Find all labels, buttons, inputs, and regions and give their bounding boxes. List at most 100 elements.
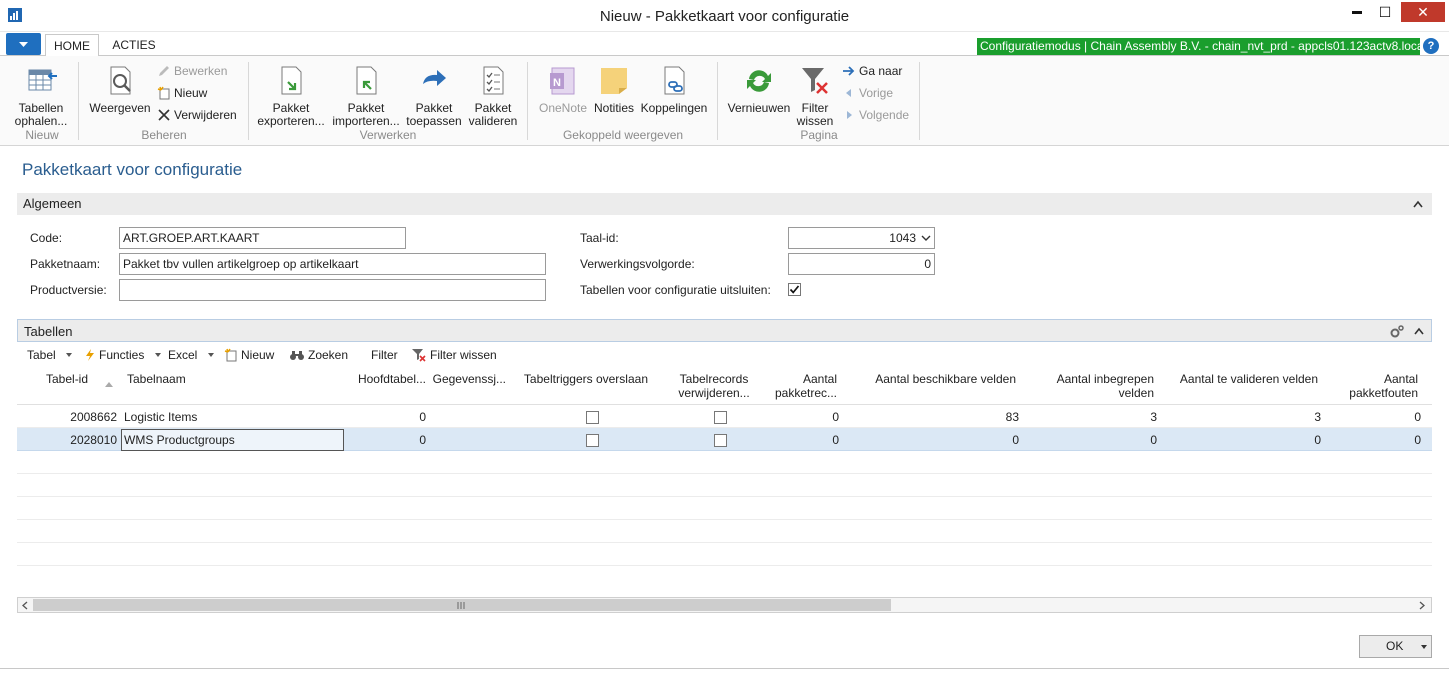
vorige-button[interactable]: Vorige <box>842 84 893 102</box>
cell-tabelnaam[interactable]: Logistic Items <box>124 410 197 424</box>
pakket-importeren-button[interactable]: Pakket importeren... <box>330 64 402 128</box>
ribbon-tab-bar: HOME ACTIES Configuratiemodus | Chain As… <box>0 32 1449 57</box>
verwerkingsvolgorde-field[interactable]: 0 <box>788 253 935 275</box>
cell-beschikbaar: 0 <box>1012 433 1019 447</box>
pakketnaam-field[interactable]: Pakket tbv vullen artikelgroep op artike… <box>119 253 546 275</box>
uitsluiten-checkbox[interactable] <box>788 283 801 296</box>
scroll-right-icon[interactable] <box>1418 601 1426 610</box>
tabellen-ophalen-label-2: ophalen... <box>14 114 68 128</box>
link-icon <box>664 66 685 95</box>
ribbon-separator <box>717 62 718 140</box>
cell-verwijderen-checkbox[interactable] <box>714 434 727 447</box>
pencil-icon <box>159 66 169 76</box>
verwijderen-button[interactable]: Verwijderen <box>157 106 237 124</box>
section-header-tabellen[interactable]: Tabellen <box>17 319 1432 342</box>
filter-button[interactable]: Filter <box>371 346 398 364</box>
taal-id-label: Taal-id: <box>580 231 619 245</box>
col-header-verwijderen[interactable]: Tabelrecords verwijderen... <box>670 372 758 400</box>
verwerkingsvolgorde-label: Verwerkingsvolgorde: <box>580 257 695 271</box>
taal-id-select[interactable]: 1043 <box>788 227 935 249</box>
filter-wissen-button[interactable]: Filter wissen <box>796 64 834 128</box>
col-header-triggers[interactable]: Tabeltriggers overslaan <box>512 372 648 386</box>
tabellen-filter-wissen-button[interactable]: Filter wissen <box>411 346 497 364</box>
tab-home[interactable]: HOME <box>45 34 99 57</box>
col-header-gegevens[interactable]: Gegevenssj... <box>430 372 506 386</box>
ribbon-separator <box>919 62 920 140</box>
pakket-importeren-label-2: importeren... <box>332 114 400 128</box>
bewerken-button[interactable]: Bewerken <box>157 62 227 80</box>
col-header-pakketrec-line-1: Aantal <box>802 372 837 386</box>
empty-row <box>17 566 1432 589</box>
weergeven-button[interactable]: Weergeven <box>88 64 152 115</box>
koppelingen-label: Koppelingen <box>640 101 708 115</box>
gears-icon[interactable] <box>1389 324 1405 340</box>
cell-fouten: 0 <box>1414 433 1421 447</box>
pakket-exporteren-button[interactable]: Pakket exporteren... <box>256 64 326 128</box>
pakket-toepassen-button[interactable]: Pakket toepassen <box>404 64 464 128</box>
ga-naar-label: Ga naar <box>859 64 903 78</box>
cell-triggers-checkbox[interactable] <box>586 411 599 424</box>
grip-icon <box>457 602 465 609</box>
tabellen-filter-wissen-label: Filter wissen <box>430 348 497 362</box>
col-header-pakketrec[interactable]: Aantal pakketrec... <box>766 372 837 400</box>
koppelingen-button[interactable]: Koppelingen <box>638 64 710 115</box>
cell-tabelnaam-focused[interactable]: WMS Productgroups <box>121 429 344 451</box>
productversie-field[interactable] <box>119 279 546 301</box>
export-icon <box>281 66 302 95</box>
cell-inbegrepen: 3 <box>1150 410 1157 424</box>
ga-naar-button[interactable]: Ga naar <box>842 62 902 80</box>
volgende-button[interactable]: Volgende <box>842 106 909 124</box>
empty-row <box>17 520 1432 543</box>
functies-menu[interactable]: Functies <box>84 346 165 364</box>
uitsluiten-label: Tabellen voor configuratie uitsluiten: <box>580 283 771 297</box>
collapse-icon[interactable] <box>1413 200 1423 208</box>
col-header-fouten-line-2: pakketfouten <box>1349 386 1418 400</box>
scrollbar-thumb[interactable] <box>33 599 891 611</box>
col-header-valideren[interactable]: Aantal te valideren velden <box>1160 372 1318 386</box>
excel-menu-label: Excel <box>168 348 198 362</box>
bottom-border <box>0 668 1449 669</box>
cell-verwijderen-checkbox[interactable] <box>714 411 727 424</box>
minimize-button[interactable]: ▬ <box>1343 2 1371 22</box>
help-icon[interactable]: ? <box>1423 38 1439 54</box>
triangle-left-icon <box>846 89 851 97</box>
section-header-algemeen[interactable]: Algemeen <box>17 193 1432 215</box>
cell-pakketrec: 0 <box>832 410 839 424</box>
code-field[interactable]: ART.GROEP.ART.KAART <box>119 227 406 249</box>
tab-acties-label: ACTIES <box>112 38 156 52</box>
onenote-button[interactable]: N OneNote <box>534 64 592 115</box>
vernieuwen-button[interactable]: Vernieuwen <box>724 64 794 115</box>
nieuw-button[interactable]: Nieuw <box>157 84 207 102</box>
ok-button[interactable]: OK <box>1359 635 1432 658</box>
chevron-down-icon[interactable] <box>1420 645 1428 650</box>
tabellen-ophalen-button[interactable]: Tabellen ophalen... <box>12 64 70 128</box>
close-button[interactable]: ✕ <box>1401 2 1445 22</box>
notities-button[interactable]: Notities <box>592 64 636 115</box>
pakket-valideren-button[interactable]: Pakket valideren <box>466 64 520 128</box>
col-header-tabelnaam[interactable]: Tabelnaam <box>127 372 247 386</box>
col-header-beschikbaar[interactable]: Aantal beschikbare velden <box>852 372 1016 386</box>
tabel-menu[interactable]: Tabel <box>27 346 76 364</box>
maximize-button[interactable]: ☐ <box>1371 2 1399 22</box>
excel-menu[interactable]: Excel <box>168 346 218 364</box>
group-label-pagina: Pagina <box>800 128 838 142</box>
col-header-fouten[interactable]: Aantal pakketfouten <box>1334 372 1418 400</box>
chevron-down-icon <box>921 235 931 241</box>
zoeken-button[interactable]: Zoeken <box>289 346 348 364</box>
group-label-nieuw: Nieuw <box>25 128 59 142</box>
cell-triggers-checkbox[interactable] <box>586 434 599 447</box>
nieuw-label: Nieuw <box>174 86 208 100</box>
collapse-icon[interactable] <box>1414 327 1424 335</box>
clear-filter-icon <box>412 349 426 362</box>
cell-beschikbaar: 83 <box>1005 410 1019 424</box>
col-header-inbegrepen[interactable]: Aantal inbegrepen velden <box>1030 372 1154 400</box>
col-header-tabel-id[interactable]: Tabel-id <box>46 372 106 386</box>
scroll-left-icon[interactable] <box>21 601 29 610</box>
col-header-hoofdtabel[interactable]: Hoofdtabel... <box>346 372 426 386</box>
ribbon-separator <box>248 62 249 140</box>
horizontal-scrollbar[interactable] <box>17 597 1432 613</box>
tabellen-nieuw-button[interactable]: Nieuw <box>224 346 274 364</box>
tab-acties[interactable]: ACTIES <box>106 34 162 56</box>
code-label: Code: <box>30 231 63 245</box>
app-menu-button[interactable] <box>6 33 41 55</box>
